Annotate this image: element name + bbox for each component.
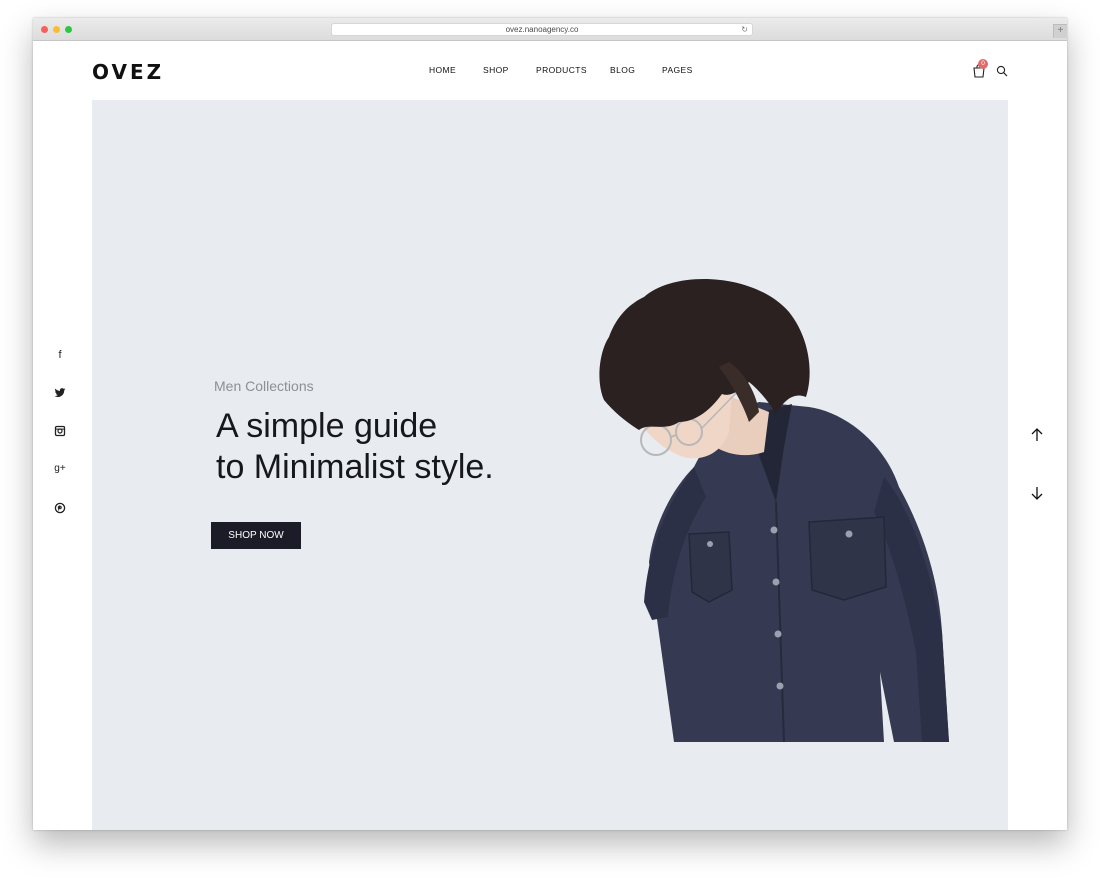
- pinterest-icon[interactable]: [53, 501, 67, 515]
- hero-subtitle: Men Collections: [214, 378, 314, 394]
- nav-item-shop[interactable]: SHOP: [483, 65, 509, 75]
- facebook-icon[interactable]: f: [53, 348, 67, 362]
- nav-item-home[interactable]: HOME: [429, 65, 456, 75]
- hero-banner: Men Collections A simple guide to Minima…: [92, 100, 1008, 830]
- search-icon[interactable]: [996, 65, 1008, 77]
- browser-titlebar: ovez.nanoagency.co ↻ +: [33, 18, 1067, 41]
- hero-title-line-2: to Minimalist style.: [216, 448, 494, 486]
- zoom-window-button[interactable]: [65, 26, 72, 33]
- arrow-up-icon[interactable]: [1029, 427, 1045, 443]
- cart-count-badge: 0: [978, 59, 988, 69]
- hero-title: A simple guide to Minimalist style.: [216, 406, 494, 488]
- nav-item-blog[interactable]: BLOG: [610, 65, 635, 75]
- nav-item-pages[interactable]: PAGES: [662, 65, 693, 75]
- browser-window: ovez.nanoagency.co ↻ + OVEZ HOME SHOP PR…: [33, 18, 1067, 830]
- new-tab-button[interactable]: +: [1053, 24, 1067, 38]
- instagram-icon[interactable]: [53, 424, 67, 438]
- close-window-button[interactable]: [41, 26, 48, 33]
- google-plus-icon[interactable]: g+: [53, 462, 67, 476]
- address-bar-url: ovez.nanoagency.co: [505, 25, 579, 34]
- shop-now-button[interactable]: SHOP NOW: [211, 522, 301, 549]
- address-bar[interactable]: ovez.nanoagency.co ↻: [331, 23, 753, 36]
- reload-icon[interactable]: ↻: [741, 24, 748, 35]
- twitter-icon[interactable]: [53, 386, 67, 400]
- arrow-down-icon[interactable]: [1029, 485, 1045, 501]
- model-photo: [599, 278, 949, 743]
- site-logo[interactable]: OVEZ: [92, 60, 164, 84]
- hero-title-line-1: A simple guide: [216, 407, 438, 445]
- nav-item-products[interactable]: PRODUCTS: [536, 65, 587, 75]
- minimize-window-button[interactable]: [53, 26, 60, 33]
